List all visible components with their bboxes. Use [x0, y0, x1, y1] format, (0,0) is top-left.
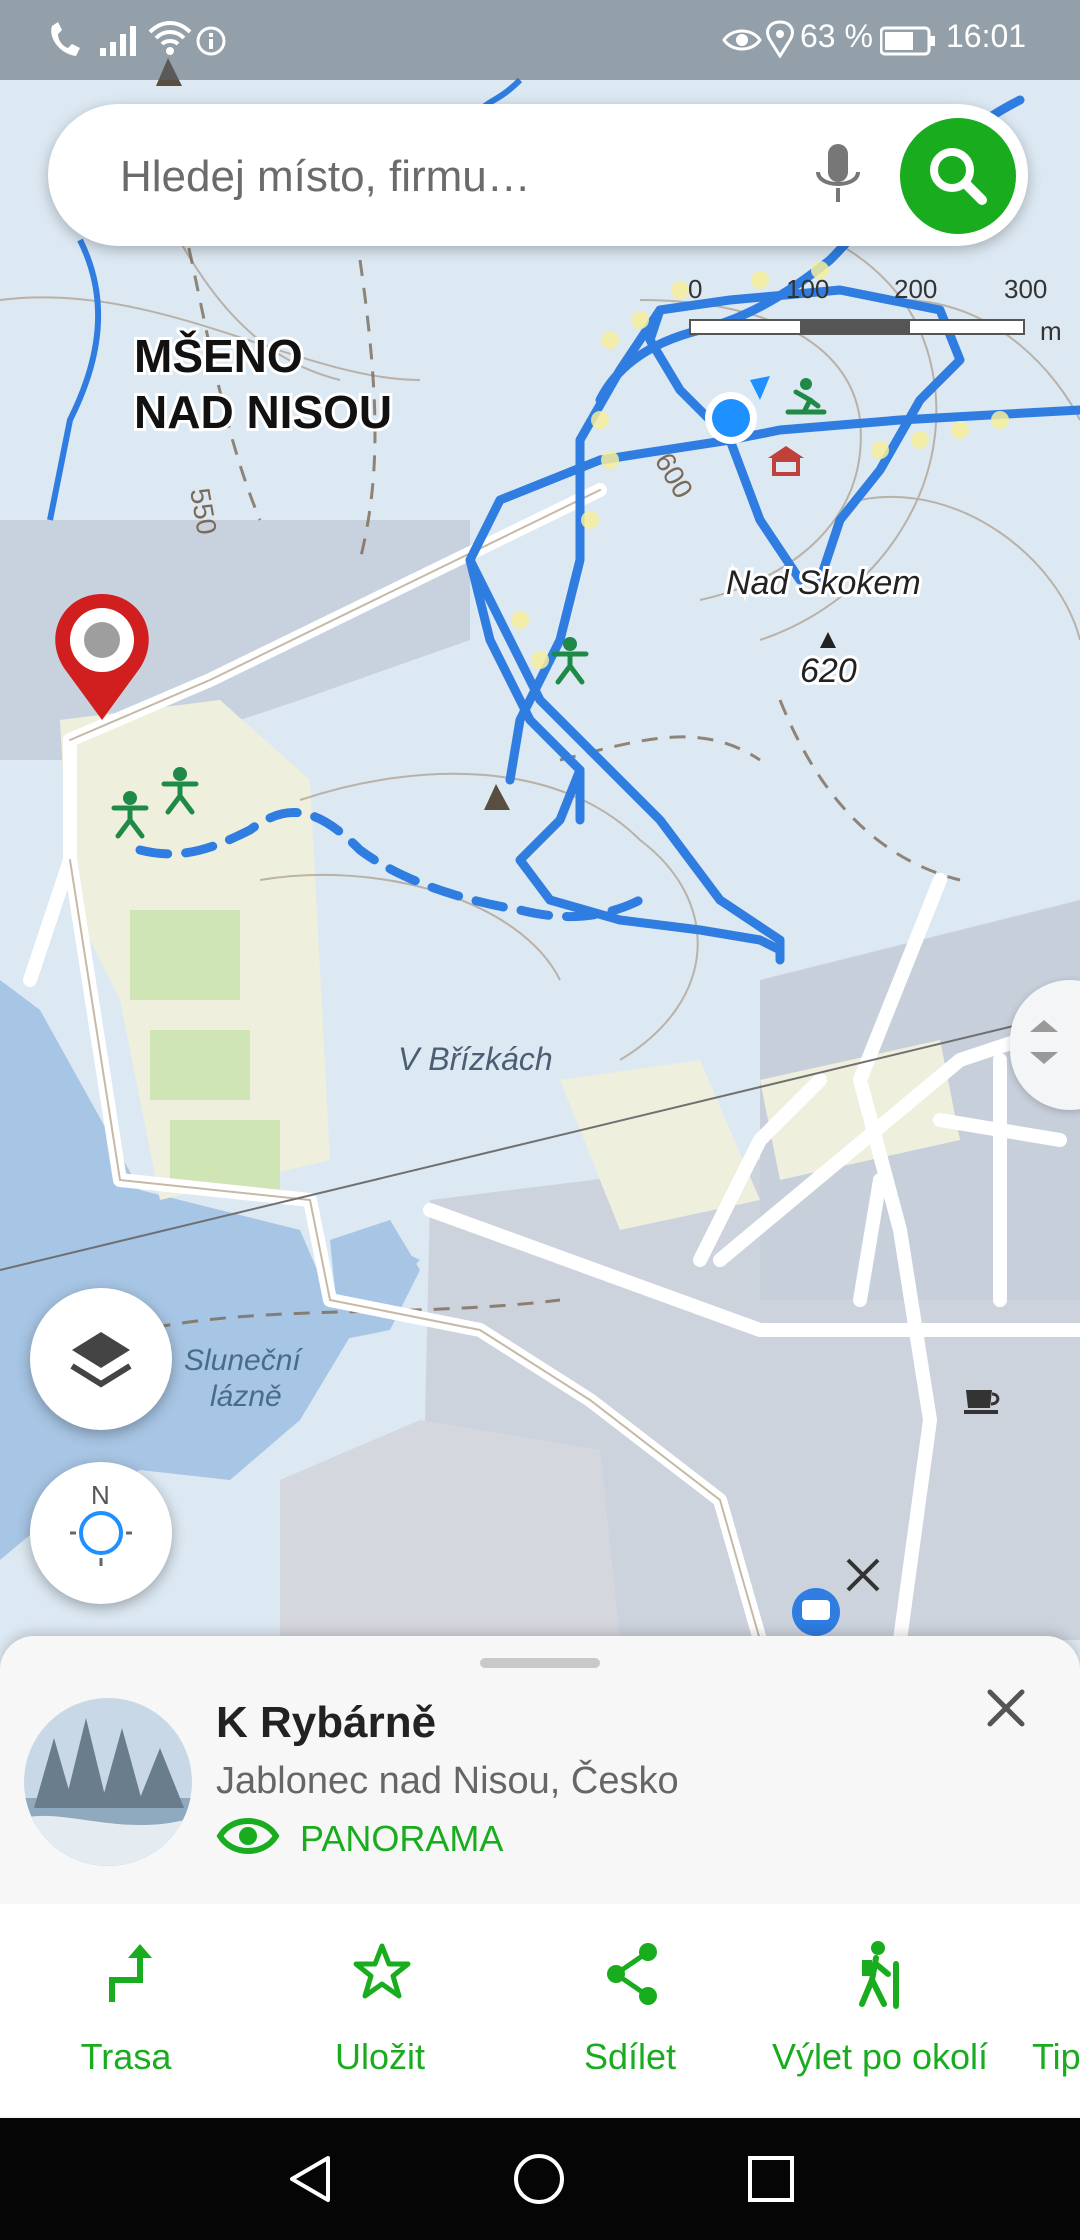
- map-label-peak: Nad Skokem: [726, 564, 921, 602]
- search-button[interactable]: [900, 118, 1016, 234]
- map-label-lake-line2: lázně: [210, 1380, 282, 1413]
- info-icon: [196, 26, 226, 56]
- search-icon: [930, 148, 987, 205]
- bus-stop-icon[interactable]: [792, 1588, 840, 1636]
- system-nav-bar: [0, 2118, 1080, 2240]
- signal-icon: [100, 26, 136, 56]
- map-label-lake-line1: Sluneční: [184, 1344, 303, 1377]
- map-label-town-line2: NAD NISOU: [134, 386, 392, 438]
- place-subtitle: Jablonec nad Nisou, Česko: [216, 1760, 679, 1802]
- location-status-icon: [766, 20, 794, 58]
- eye-icon: [216, 1818, 280, 1854]
- save-button[interactable]: Uložit: [310, 1940, 450, 2100]
- map-label-peak-elev: 620: [800, 652, 857, 690]
- close-icon[interactable]: [984, 1686, 1028, 1730]
- back-icon[interactable]: [286, 2154, 336, 2204]
- layers-icon: [70, 1332, 132, 1388]
- clock: 16:01: [946, 18, 1027, 54]
- compass-north-label: N: [91, 1480, 110, 1510]
- map-layers-button[interactable]: [30, 1288, 172, 1430]
- microphone-icon[interactable]: [808, 142, 868, 208]
- hiker-icon: [859, 1941, 899, 2009]
- map-label-area: V Břízkách: [398, 1041, 553, 1077]
- zoom-arrows-icon: [1030, 1020, 1058, 1064]
- compass-button[interactable]: N: [30, 1462, 172, 1604]
- search-bar[interactable]: Hledej místo, firmu…: [48, 104, 1028, 246]
- nearby-trip-label: Výlet po okolí: [771, 2036, 989, 2077]
- route-arrow-icon: [109, 1944, 152, 2002]
- place-thumbnail[interactable]: [24, 1698, 192, 1866]
- tip-label: Tip: [1032, 2036, 1080, 2077]
- home-icon[interactable]: [512, 2152, 566, 2206]
- star-icon: [353, 1943, 411, 1999]
- panorama-link[interactable]: PANORAMA: [216, 1808, 503, 1864]
- scale-label-200: 200: [894, 274, 937, 304]
- scale-label-0: 0: [688, 274, 702, 304]
- zoom-handle[interactable]: [1010, 980, 1080, 1110]
- wifi-icon: [148, 21, 192, 55]
- search-input[interactable]: Hledej místo, firmu…: [120, 152, 531, 202]
- share-icon: [607, 1943, 657, 2005]
- save-label: Uložit: [334, 2036, 426, 2077]
- sheet-grab-handle[interactable]: [480, 1658, 600, 1668]
- nearby-trip-button[interactable]: Výlet po okolí: [760, 1940, 1000, 2100]
- scale-unit: m: [1040, 316, 1062, 346]
- eye-comfort-icon: [722, 29, 762, 51]
- place-title: K Rybárně: [216, 1698, 437, 1747]
- scale-label-300: 300: [1004, 274, 1047, 304]
- share-button[interactable]: Sdílet: [560, 1940, 700, 2100]
- recents-icon[interactable]: [746, 2154, 796, 2204]
- status-bar: 63 % 16:01: [0, 0, 1080, 80]
- wifi-calling-icon: [51, 22, 80, 56]
- tip-button[interactable]: Tip: [1032, 1940, 1080, 2100]
- battery-icon: [880, 26, 935, 56]
- battery-percent: 63 %: [800, 18, 873, 54]
- route-label: Trasa: [80, 2036, 172, 2077]
- map-label-town-line1: MŠENO: [134, 330, 303, 382]
- scale-label-100: 100: [786, 274, 829, 304]
- action-bar: Trasa Uložit Sdílet Výlet po okolí Tip: [0, 1904, 1080, 2116]
- route-button[interactable]: Trasa: [56, 1940, 196, 2100]
- share-label: Sdílet: [583, 2036, 677, 2077]
- panorama-label: PANORAMA: [300, 1818, 504, 1859]
